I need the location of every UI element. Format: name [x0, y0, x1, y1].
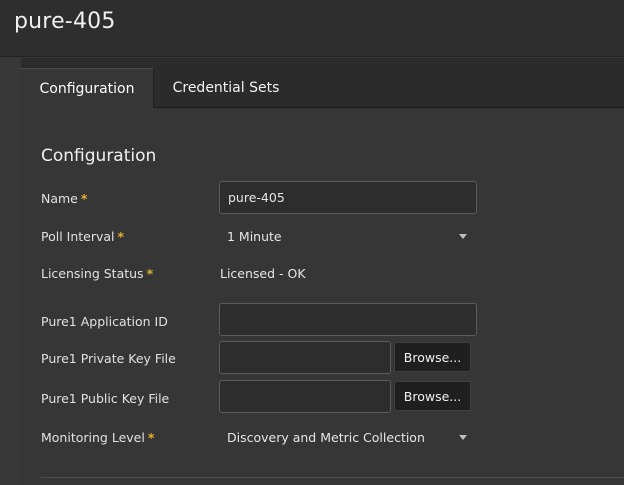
licensing-status-value: Licensed - OK	[220, 266, 306, 281]
monitoring-level-label: Monitoring Level *	[41, 430, 154, 445]
licensing-status-label-text: Licensing Status	[41, 266, 144, 281]
monitoring-level-select[interactable]: Discovery and Metric Collection	[219, 422, 475, 452]
monitoring-level-value: Discovery and Metric Collection	[227, 429, 425, 445]
app-id-input[interactable]	[219, 303, 477, 336]
monitoring-level-label-text: Monitoring Level	[41, 430, 145, 445]
required-marker: *	[80, 191, 88, 206]
name-label-text: Name	[41, 191, 78, 206]
section-title: Configuration	[41, 146, 157, 166]
private-key-label: Pure1 Private Key File	[41, 351, 176, 366]
private-key-file-input[interactable]	[219, 341, 391, 374]
divider	[41, 477, 624, 478]
public-key-file-input[interactable]	[219, 380, 391, 413]
required-marker: *	[146, 266, 154, 281]
chevron-down-icon	[459, 435, 467, 440]
poll-interval-label-text: Poll Interval	[41, 229, 115, 244]
chevron-down-icon	[459, 234, 467, 239]
page-title: pure-405	[14, 9, 116, 34]
required-marker: *	[117, 229, 125, 244]
tab-strip: Configuration Credential Sets	[21, 58, 624, 109]
public-key-label: Pure1 Public Key File	[41, 391, 170, 406]
app-id-label: Pure1 Application ID	[41, 314, 168, 329]
licensing-status-label: Licensing Status *	[41, 266, 153, 281]
private-key-browse-button[interactable]: Browse...	[394, 342, 471, 372]
poll-interval-label: Poll Interval *	[41, 229, 124, 244]
name-input[interactable]: pure-405	[219, 181, 477, 214]
tab-credential-sets[interactable]: Credential Sets	[161, 68, 291, 108]
tab-configuration[interactable]: Configuration	[21, 68, 154, 109]
poll-interval-value: 1 Minute	[227, 228, 282, 244]
title-bar: pure-405	[0, 0, 624, 57]
required-marker: *	[147, 430, 155, 445]
public-key-browse-button[interactable]: Browse...	[394, 381, 471, 411]
poll-interval-select[interactable]: 1 Minute	[219, 221, 475, 251]
name-label: Name *	[41, 191, 87, 206]
name-input-value: pure-405	[228, 190, 285, 205]
